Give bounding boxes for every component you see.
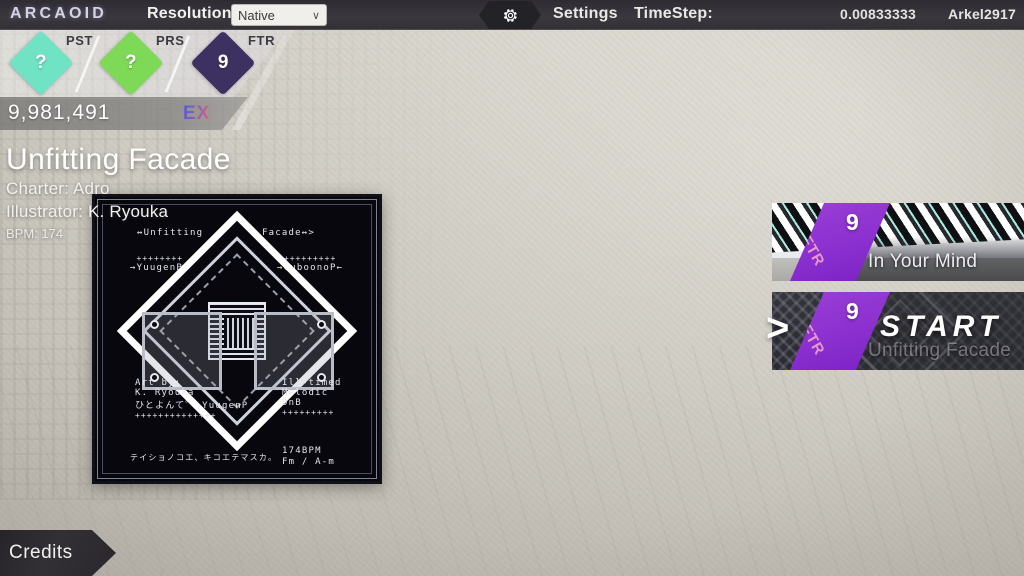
song-title: Unfitting Facade [6,143,231,176]
song-list-item-selected[interactable]: Unfitting Facade START 9 FTR > [766,292,1024,370]
difficulty-diamond-prs: ? [98,30,164,96]
song-difficulty-level: 9 [846,209,859,235]
start-button-label[interactable]: START [880,310,1002,344]
app-logo: ARCAOID [10,5,108,22]
difficulty-name-ftr: FTR [248,33,276,48]
score-bar: 9,981,491 EX [0,97,248,130]
chevron-down-icon: ∨ [311,9,320,22]
difficulty-name-pst: PST [66,33,94,48]
resolution-value: Native [238,7,275,23]
difficulty-level-ftr: 9 [217,51,229,73]
difficulty-level-pst: ? [35,51,47,73]
settings-label[interactable]: Settings [553,5,618,23]
resolution-select[interactable]: Native ∨ [231,4,327,26]
song-illustrator: Illustrator: K. Ryouka [6,202,169,221]
resolution-label: Resolution: [147,5,238,22]
difficulty-name-prs: PRS [156,33,185,48]
song-difficulty-level: 9 [846,298,859,324]
song-list-item[interactable]: In Your Mind 9 FTR [772,203,1024,281]
difficulty-tab-prs[interactable]: ? PRS [98,30,184,96]
credits-button[interactable]: Credits [0,530,116,576]
timestep-value: 0.00833333 [840,6,916,22]
difficulty-level-prs: ? [125,51,137,73]
username-label[interactable]: Arkel2917 [948,6,1016,22]
gear-icon [503,8,517,22]
timestep-label: TimeStep: [634,5,713,22]
grade-badge: EX [183,103,211,124]
top-bar: ARCAOID Resolution: Native ∨ Settings Ti… [0,0,1024,30]
song-charter: Charter: Adro [6,179,110,198]
song-bpm: BPM: 174 [6,226,64,241]
difficulty-diamond-pst: ? [8,30,74,96]
settings-button[interactable] [479,1,541,29]
song-list-title: In Your Mind [868,251,978,272]
difficulty-tab-pst[interactable]: ? PST [8,30,92,96]
game-screen: ARCAOID Resolution: Native ∨ Settings Ti… [0,0,1024,576]
song-info: Unfitting Facade Charter: Adro Illustrat… [6,143,231,241]
credits-label: Credits [9,542,73,563]
score-value: 9,981,491 [8,101,111,124]
song-list: In Your Mind 9 FTR Unfitting Facade STAR… [766,203,1024,381]
chevron-right-icon: > [766,306,790,350]
